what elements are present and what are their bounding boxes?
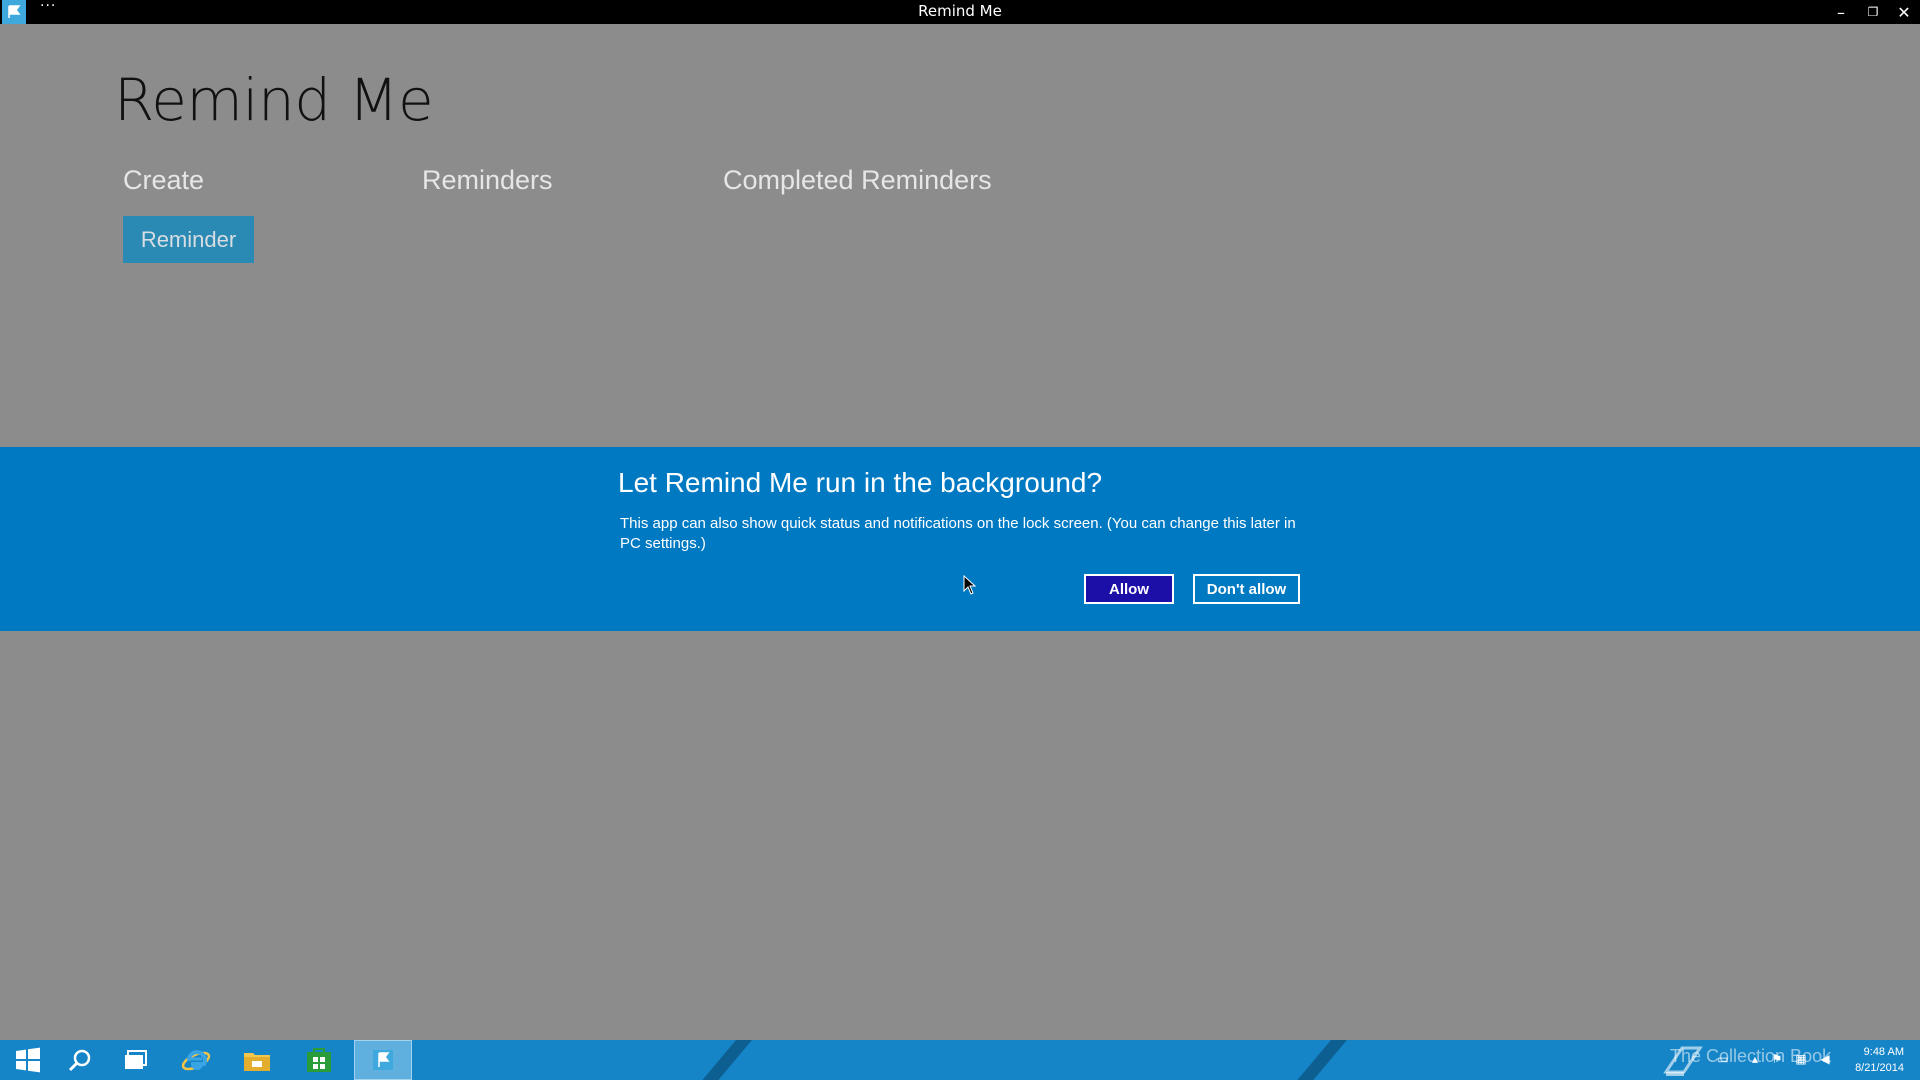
allow-button[interactable]: Allow [1084,574,1174,604]
remind-me-taskbar-button[interactable] [354,1040,412,1080]
restore-button[interactable]: ❐ [1858,0,1888,24]
action-center-flag-icon[interactable]: ⚑ [1770,1052,1784,1066]
search-icon[interactable] [52,1040,108,1080]
task-view-icon[interactable] [108,1040,164,1080]
taskbar: The Collection Book ▭ ▴ ⚑ ▦ ◀ 9:48 AM 8/… [0,1040,1920,1080]
internet-explorer-icon[interactable] [168,1040,224,1080]
file-explorer-icon[interactable] [229,1040,285,1080]
start-icon[interactable] [0,1040,56,1080]
remind-me-icon [373,1050,393,1070]
dont-allow-button[interactable]: Don't allow [1193,574,1300,604]
title-bar: ··· Remind Me – ❐ ✕ [0,0,1920,24]
keyboard-icon[interactable]: ▭ [1716,1052,1730,1066]
clock-time: 9:48 AM [1863,1046,1904,1058]
show-hidden-icons-icon[interactable]: ▴ [1748,1052,1762,1066]
tab-reminders[interactable]: Reminders [422,165,553,196]
taskbar-decor-stripe [685,1040,761,1080]
taskbar-decor-stripe [1280,1040,1356,1080]
tab-create[interactable]: Create [123,165,204,196]
network-icon[interactable]: ▦ [1794,1052,1808,1066]
tab-completed-reminders[interactable]: Completed Reminders [723,165,992,196]
banner-body: This app can also show quick status and … [620,515,1296,552]
close-button[interactable]: ✕ [1889,0,1919,24]
clock-date: 8/21/2014 [1855,1062,1904,1074]
minimize-button[interactable]: – [1826,0,1856,24]
store-icon[interactable] [291,1040,347,1080]
banner-heading: Let Remind Me run in the background? [618,467,1103,498]
create-reminder-button[interactable]: Reminder [123,216,254,263]
system-clock[interactable]: 9:48 AM 8/21/2014 [1855,1044,1904,1076]
app-title: Remind Me [114,66,434,134]
background-permission-banner: Let Remind Me run in the background? Thi… [0,447,1920,631]
window-title: Remind Me [918,2,1002,20]
volume-icon[interactable]: ◀ [1818,1052,1832,1066]
mouse-cursor-icon [963,575,977,595]
